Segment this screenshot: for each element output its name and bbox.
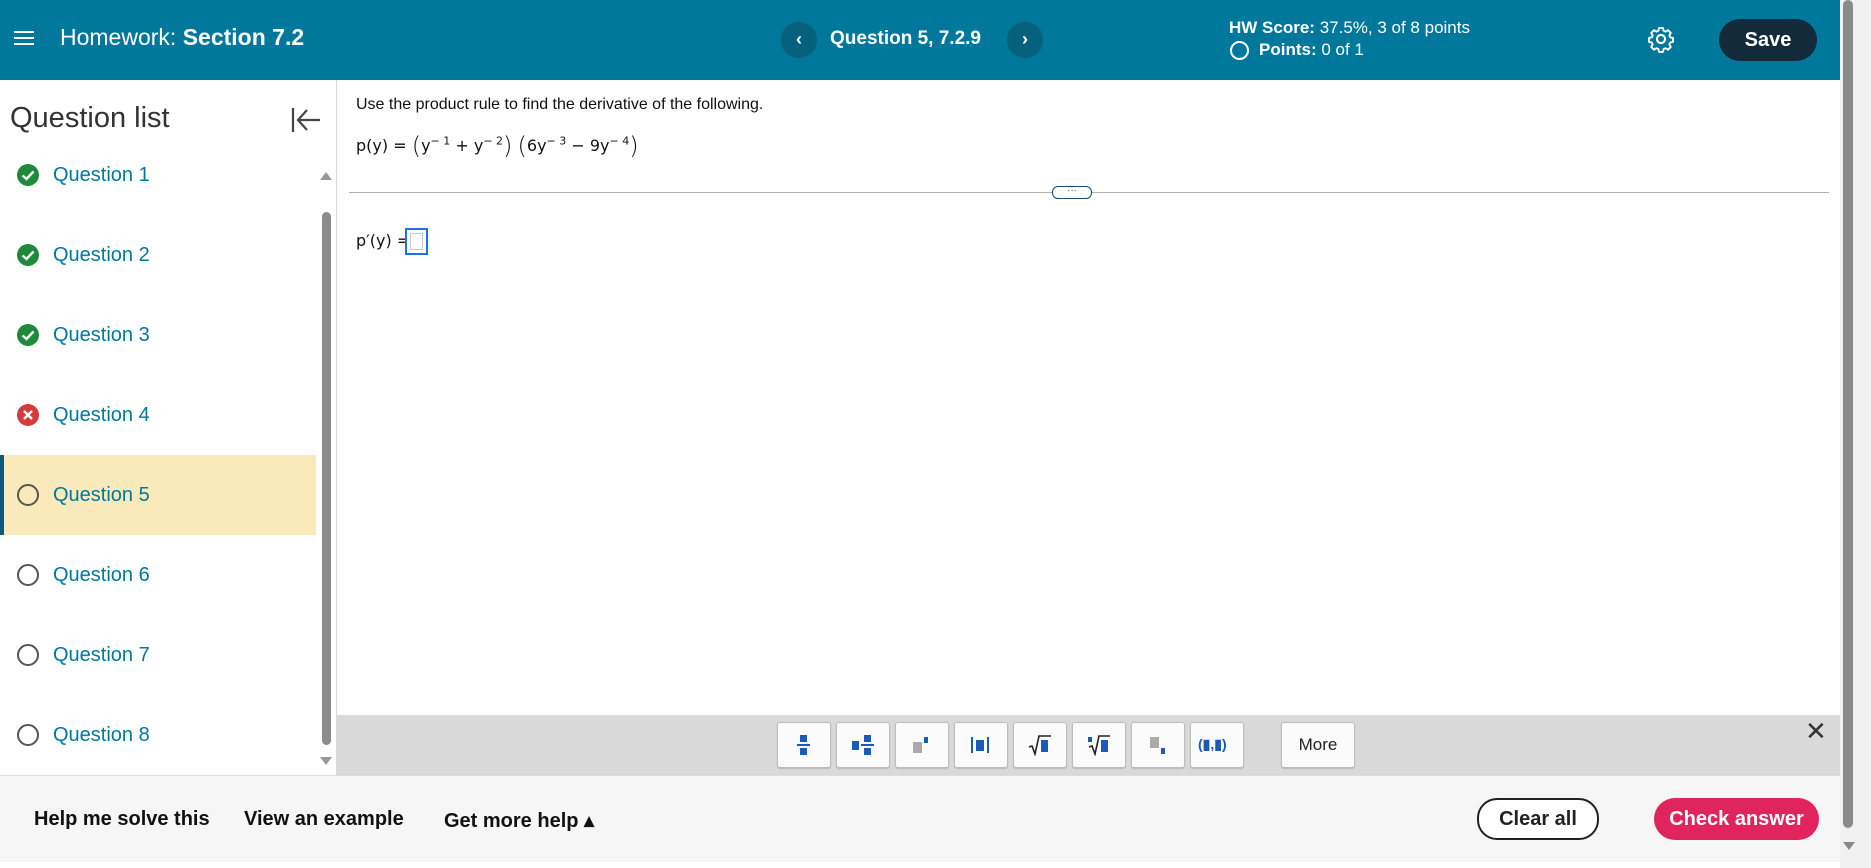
footer-bar: Help me solve this View an example Get m… <box>0 775 1840 862</box>
save-button[interactable]: Save <box>1719 19 1817 61</box>
question-item-2[interactable]: Question 2 <box>0 215 316 295</box>
collapse-panel-icon[interactable] <box>290 105 322 135</box>
function-expression: p(y) = (y− 1 + y− 2) (6y− 3 − 9y− 4) <box>356 132 639 160</box>
question-item-label: Question 6 <box>53 563 150 586</box>
question-item-label: Question 8 <box>53 723 150 746</box>
nth-root-tool-button[interactable] <box>1072 722 1126 768</box>
question-content: Use the product rule to find the derivat… <box>336 80 1841 715</box>
question-item-label: Question 2 <box>53 243 150 266</box>
ordered-pair-icon: (▮,▮) <box>1198 736 1227 752</box>
close-icon[interactable]: ✕ <box>1805 716 1827 747</box>
term-9y: 9y <box>589 136 610 155</box>
question-item-label: Question 3 <box>53 323 150 346</box>
question-item-1[interactable]: Question 1 <box>0 135 316 215</box>
menu-icon[interactable] <box>14 28 34 48</box>
question-item-8[interactable]: Question 8 <box>0 695 316 775</box>
top-header: Homework: Section 7.2 ‹ Question 5, 7.2.… <box>0 0 1840 80</box>
points-status: Points: 0 of 1 <box>1230 40 1364 60</box>
term-y: y <box>473 136 484 155</box>
points-value: 0 of 1 <box>1321 40 1364 59</box>
absolute-value-tool-button[interactable] <box>954 722 1008 768</box>
answer-label: p′(y) = <box>356 231 411 250</box>
function-lhs: p(y) = <box>356 136 407 155</box>
paren-open: ( <box>517 132 527 160</box>
gear-icon[interactable] <box>1647 25 1675 53</box>
answer-input[interactable] <box>405 228 428 255</box>
view-example-link[interactable]: View an example <box>244 808 404 831</box>
check-circle-icon <box>16 163 40 187</box>
homework-title: Homework: Section 7.2 <box>60 24 304 51</box>
exponent: − 3 <box>546 134 567 148</box>
exponent-tool-button[interactable] <box>895 722 949 768</box>
expand-handle[interactable]: ··· <box>1052 186 1092 199</box>
paren-close: ) <box>629 132 639 160</box>
square-root-icon <box>1028 735 1051 756</box>
exponent: − 4 <box>609 134 630 148</box>
question-item-4[interactable]: Question 4 <box>0 375 316 455</box>
chevron-right-icon: › <box>1022 29 1028 49</box>
question-item-7[interactable]: Question 7 <box>0 615 316 695</box>
exponent: − 1 <box>430 134 451 148</box>
next-question-button[interactable]: › <box>1007 22 1043 58</box>
scroll-up-arrow[interactable] <box>320 172 332 180</box>
question-list-panel: Question list Question 1 Question 2 Ques… <box>0 80 320 775</box>
question-item-label: Question 1 <box>53 163 150 186</box>
plus-sign: + <box>455 136 469 155</box>
term-6y: 6y <box>526 136 547 155</box>
square-root-tool-button[interactable] <box>1013 722 1067 768</box>
chevron-left-icon: ‹ <box>796 29 802 49</box>
check-circle-icon <box>16 323 40 347</box>
clear-all-button[interactable]: Clear all <box>1477 798 1599 840</box>
question-title: Question 5, 7.2.9 <box>830 28 981 49</box>
fraction-icon <box>797 735 810 755</box>
question-item-label: Question 5 <box>53 483 150 506</box>
minus-sign: − <box>571 136 585 155</box>
subscript-icon <box>1150 737 1165 754</box>
page-scrollbar[interactable] <box>1843 0 1853 828</box>
points-status-icon <box>1230 40 1249 60</box>
empty-circle-icon <box>16 483 40 507</box>
check-circle-icon <box>16 243 40 267</box>
subscript-tool-button[interactable] <box>1131 722 1185 768</box>
section-name: Section 7.2 <box>182 24 305 50</box>
empty-circle-icon <box>16 723 40 747</box>
mixed-number-tool-button[interactable] <box>836 722 890 768</box>
sidebar-scrollbar[interactable] <box>322 212 331 745</box>
ordered-pair-tool-button[interactable]: (▮,▮) <box>1190 722 1244 768</box>
nth-root-icon <box>1088 735 1110 756</box>
exponent-icon <box>913 737 928 753</box>
answer-input-slot <box>410 233 423 250</box>
exponent: − 2 <box>483 134 504 148</box>
question-item-label: Question 7 <box>53 643 150 666</box>
help-me-solve-link[interactable]: Help me solve this <box>34 808 210 831</box>
hw-score-value: 37.5%, 3 of 8 points <box>1319 18 1470 37</box>
x-circle-icon <box>16 403 40 427</box>
math-toolbar: (▮,▮) More ✕ <box>336 715 1840 775</box>
empty-circle-icon <box>16 563 40 587</box>
term-y: y <box>421 136 431 155</box>
get-more-help-link[interactable]: Get more help ▴ <box>444 808 594 833</box>
question-item-6[interactable]: Question 6 <box>0 535 316 615</box>
hw-score: HW Score: 37.5%, 3 of 8 points <box>1229 18 1470 38</box>
previous-question-button[interactable]: ‹ <box>781 22 817 58</box>
homework-prefix: Homework: <box>60 24 177 50</box>
points-label: Points: <box>1259 40 1317 59</box>
check-answer-button[interactable]: Check answer <box>1654 798 1819 840</box>
paren-open: ( <box>411 132 422 160</box>
scroll-down-arrow[interactable] <box>320 757 332 765</box>
empty-circle-icon <box>16 643 40 667</box>
fraction-tool-button[interactable] <box>777 722 831 768</box>
more-tools-button[interactable]: More <box>1281 722 1355 768</box>
question-list-title: Question list <box>10 102 170 134</box>
hw-score-label: HW Score: <box>1229 18 1315 37</box>
absolute-value-icon <box>971 737 989 753</box>
paren-close: ) <box>503 132 513 160</box>
question-item-label: Question 4 <box>53 403 150 426</box>
mixed-number-icon <box>852 735 874 755</box>
question-item-3[interactable]: Question 3 <box>0 295 316 375</box>
question-instruction: Use the product rule to find the derivat… <box>356 96 764 113</box>
page-scroll-down-arrow[interactable] <box>1843 842 1855 850</box>
question-item-5[interactable]: Question 5 <box>0 455 316 535</box>
